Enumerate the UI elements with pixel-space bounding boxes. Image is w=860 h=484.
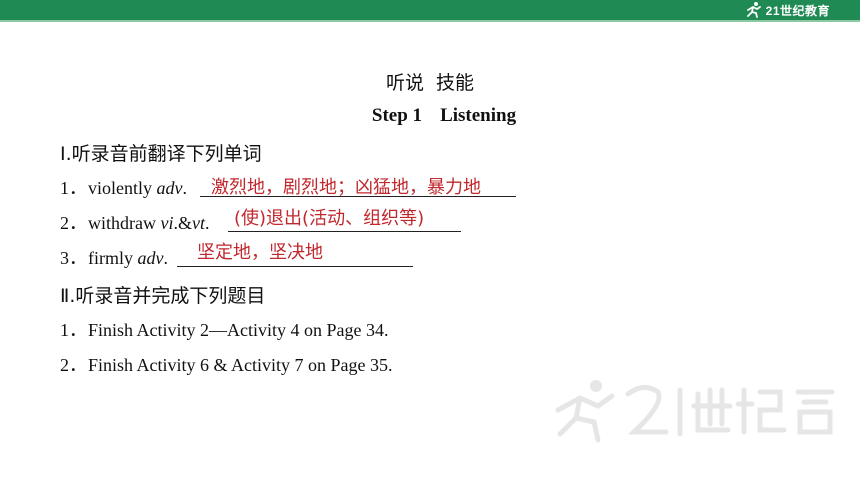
vocab-row-2: 2．withdraw vi.&vt. <box>60 209 210 235</box>
vocab-word: violently <box>88 178 157 198</box>
task-row-2: 2．Finish Activity 6 & Activity 7 on Page… <box>60 351 393 377</box>
item-number: 2． <box>60 355 87 375</box>
title-cn-part1: 听说 <box>385 72 424 94</box>
section2-heading: Ⅱ.听录音并完成下列题目 <box>60 285 266 307</box>
item-number: 1． <box>60 178 87 198</box>
watermark-logo <box>555 380 835 443</box>
logo-text: 21世纪教育 <box>765 3 830 18</box>
item-number: 3． <box>60 248 87 268</box>
vocab-word: firmly <box>88 248 138 268</box>
step-label: Step 1 <box>371 105 423 126</box>
punct: . <box>182 178 188 198</box>
step-name: Listening <box>440 105 517 126</box>
punct: . <box>205 213 210 233</box>
part-of-speech-2: vt <box>192 213 205 233</box>
answer-3: 坚定地，坚决地 <box>197 242 323 263</box>
section1-heading: Ⅰ.听录音前翻译下列单词 <box>60 143 262 165</box>
task-row-1: 1．Finish Activity 2—Activity 4 on Page 3… <box>60 316 389 342</box>
part-of-speech: vi <box>160 213 174 233</box>
task-text: Finish Activity 6 & Activity 7 on Page 3… <box>88 355 393 375</box>
vocab-word: withdraw <box>88 213 161 233</box>
header-accent-line <box>0 20 860 22</box>
title-cn-part2: 技能 <box>436 72 475 94</box>
page-title-step: Step 1 Listening <box>0 105 860 127</box>
punct: .& <box>173 213 192 233</box>
answer-blank-3 <box>177 266 413 267</box>
vocab-row-1: 1．violently adv. <box>60 174 187 200</box>
answer-blank-2 <box>228 231 461 232</box>
vocab-row-3: 3．firmly adv. <box>60 244 168 270</box>
task-text: Finish Activity 2—Activity 4 on Page 34. <box>88 320 389 340</box>
item-number: 2． <box>60 213 87 233</box>
part-of-speech: adv <box>137 248 164 268</box>
item-number: 1． <box>60 320 87 340</box>
answer-2: (使)退出(活动、组织等) <box>234 208 425 229</box>
header-bar <box>0 0 860 20</box>
part-of-speech: adv <box>156 178 183 198</box>
runner-icon <box>746 2 761 18</box>
page-title-cn: 听说 技能 <box>0 68 860 95</box>
answer-1: 激烈地，剧烈地；凶猛地，暴力地 <box>211 177 481 198</box>
site-logo[interactable]: 21世纪教育 <box>745 1 830 19</box>
punct: . <box>163 248 169 268</box>
